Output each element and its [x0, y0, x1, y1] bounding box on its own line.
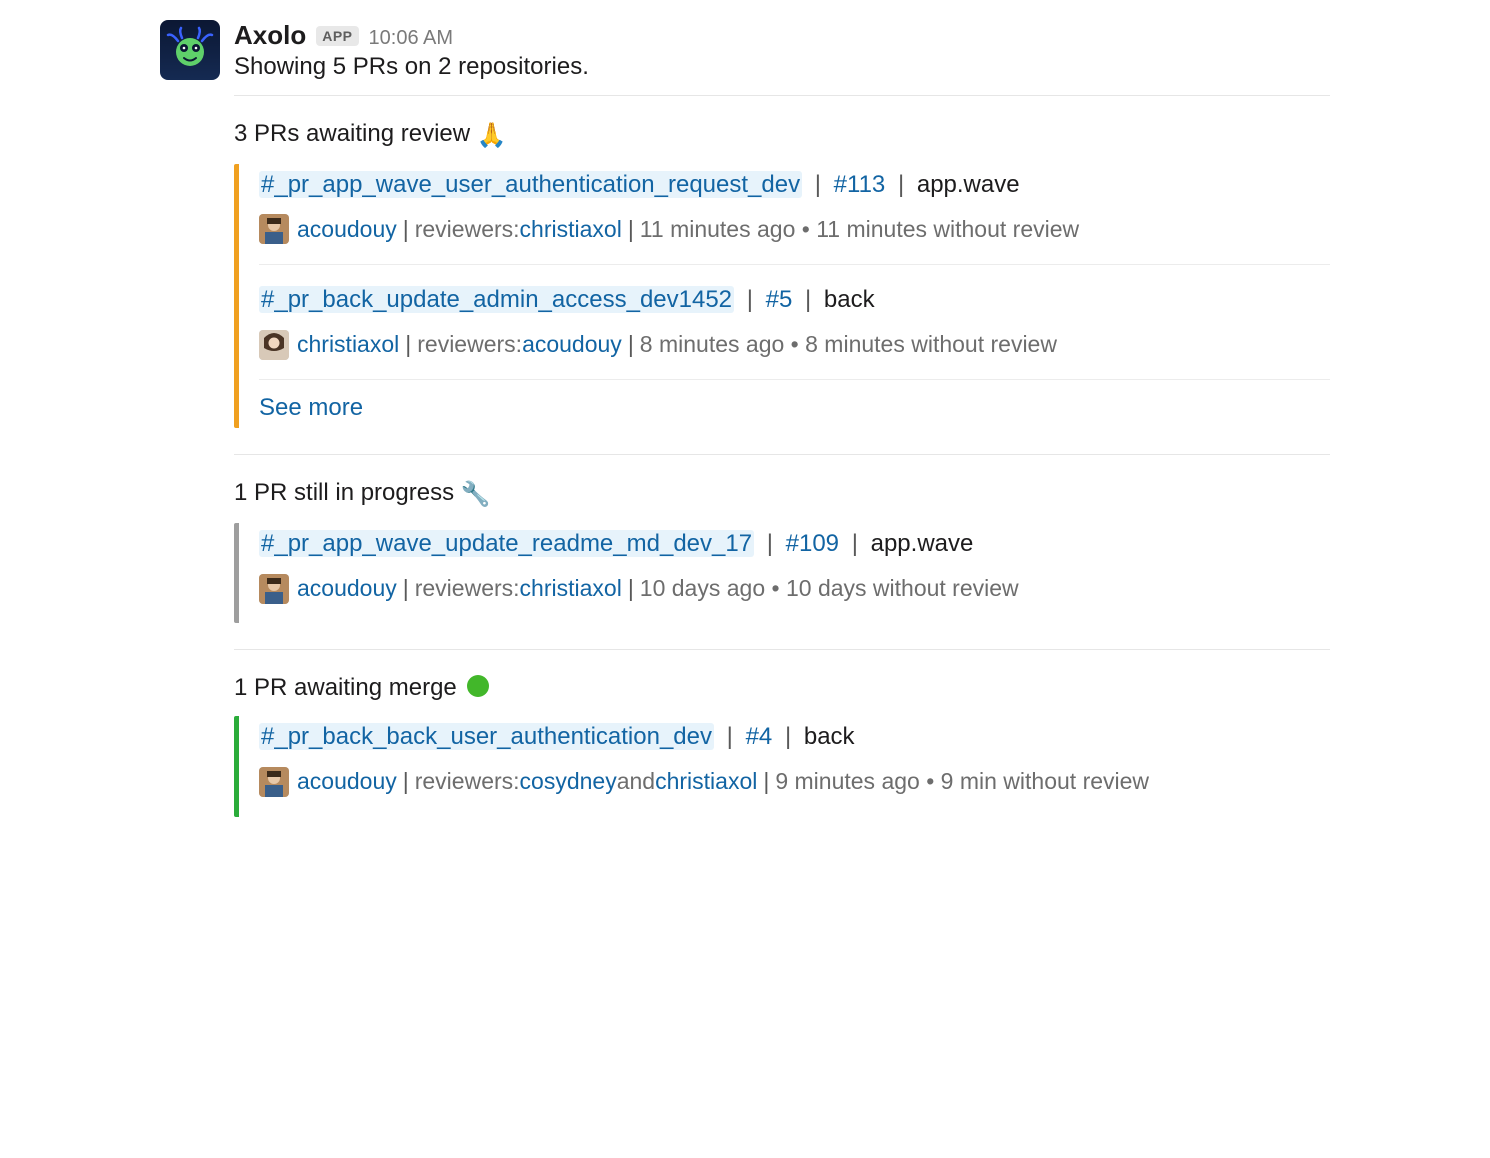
pr-repo: app.wave [917, 171, 1020, 198]
reviewers-label: reviewers: [415, 765, 520, 798]
bullet: • [920, 765, 941, 798]
pr-age: 10 days ago [640, 572, 765, 605]
author-link[interactable]: acoudouy [297, 765, 397, 798]
pr-age: 8 minutes ago [640, 328, 784, 361]
see-more-link[interactable]: See more [259, 379, 1330, 428]
reviewers-label: reviewers: [417, 328, 522, 361]
wrench-emoji-icon: 🔧 [461, 481, 491, 508]
section-title: 1 PR awaiting merge [234, 674, 1330, 702]
section-title-text: 1 PR still in progress [234, 479, 461, 506]
author-avatar [259, 214, 289, 244]
section-title-text: 1 PR awaiting merge [234, 674, 463, 701]
separator: | [397, 572, 415, 605]
separator: | [741, 286, 759, 313]
pr-number-link[interactable]: #113 [834, 171, 886, 198]
pr-channel-link[interactable]: #_pr_app_wave_update_readme_md_dev_17 [259, 530, 754, 557]
pr-repo: back [824, 286, 875, 313]
pr-block-awaiting-review: #_pr_app_wave_user_authentication_reques… [234, 164, 1330, 428]
bullet: • [795, 213, 816, 246]
pr-no-review: 8 minutes without review [805, 328, 1057, 361]
separator: | [761, 530, 779, 557]
separator: | [399, 328, 417, 361]
pr-no-review: 10 days without review [786, 572, 1019, 605]
pr-item: #_pr_app_wave_user_authentication_reques… [259, 164, 1330, 264]
reviewers-label: reviewers: [415, 213, 520, 246]
reviewer-link[interactable]: acoudouy [522, 328, 622, 361]
author-link[interactable]: acoudouy [297, 572, 397, 605]
section-title: 1 PR still in progress 🔧 [234, 479, 1330, 509]
author-link[interactable]: christiaxol [297, 328, 399, 361]
pr-item: #_pr_back_back_user_authentication_dev |… [259, 716, 1330, 816]
section-in-progress: 1 PR still in progress 🔧 #_pr_app_wave_u… [234, 455, 1330, 650]
pr-repo: back [804, 723, 855, 750]
green-dot-icon [467, 675, 489, 697]
pr-item: #_pr_app_wave_update_readme_md_dev_17 | … [259, 523, 1330, 623]
pr-repo: app.wave [871, 530, 974, 557]
separator: | [809, 171, 827, 198]
separator: | [799, 286, 817, 313]
separator: | [892, 171, 910, 198]
pray-emoji-icon: 🙏 [477, 122, 507, 149]
pr-no-review: 9 min without review [941, 765, 1149, 798]
pr-channel-link[interactable]: #_pr_back_update_admin_access_dev1452 [259, 286, 734, 313]
pr-no-review: 11 minutes without review [816, 213, 1079, 246]
separator: | [622, 213, 640, 246]
section-title: 3 PRs awaiting review 🙏 [234, 120, 1330, 150]
bullet: • [765, 572, 786, 605]
separator: | [721, 723, 739, 750]
reviewer-link[interactable]: christiaxol [520, 572, 622, 605]
separator: | [757, 765, 775, 798]
pr-channel-link[interactable]: #_pr_back_back_user_authentication_dev [259, 723, 714, 750]
pr-age: 11 minutes ago [640, 213, 796, 246]
pr-block-awaiting-merge: #_pr_back_back_user_authentication_dev |… [234, 716, 1330, 816]
pr-channel-link[interactable]: #_pr_app_wave_user_authentication_reques… [259, 171, 802, 198]
author-link[interactable]: acoudouy [297, 213, 397, 246]
bullet: • [784, 328, 805, 361]
separator: | [846, 530, 864, 557]
author-avatar [259, 574, 289, 604]
author-avatar [259, 330, 289, 360]
app-badge: APP [316, 26, 358, 46]
message-time: 10:06 AM [369, 27, 454, 50]
separator: | [622, 328, 640, 361]
reviewers-join: and [617, 765, 655, 798]
pr-number-link[interactable]: #109 [786, 530, 839, 557]
slack-message-card: Axolo APP 10:06 AM Showing 5 PRs on 2 re… [140, 0, 1350, 847]
reviewers-label: reviewers: [415, 572, 520, 605]
summary-text: Showing 5 PRs on 2 repositories. [234, 53, 1330, 96]
pr-item: #_pr_back_update_admin_access_dev1452 | … [259, 264, 1330, 379]
reviewer-link[interactable]: cosydney [520, 765, 617, 798]
app-avatar [160, 20, 220, 80]
pr-age: 9 minutes ago [775, 765, 919, 798]
separator: | [779, 723, 797, 750]
section-awaiting-merge: 1 PR awaiting merge #_pr_back_back_user_… [234, 650, 1330, 816]
pr-block-in-progress: #_pr_app_wave_update_readme_md_dev_17 | … [234, 523, 1330, 623]
section-title-text: 3 PRs awaiting review [234, 120, 477, 147]
pr-number-link[interactable]: #4 [746, 723, 773, 750]
author-avatar [259, 767, 289, 797]
section-awaiting-review: 3 PRs awaiting review 🙏 #_pr_app_wave_us… [234, 96, 1330, 455]
pr-number-link[interactable]: #5 [766, 286, 793, 313]
app-name[interactable]: Axolo [234, 20, 306, 51]
reviewer-link[interactable]: christiaxol [655, 765, 757, 798]
separator: | [622, 572, 640, 605]
separator: | [397, 765, 415, 798]
separator: | [397, 213, 415, 246]
reviewer-link[interactable]: christiaxol [520, 213, 622, 246]
